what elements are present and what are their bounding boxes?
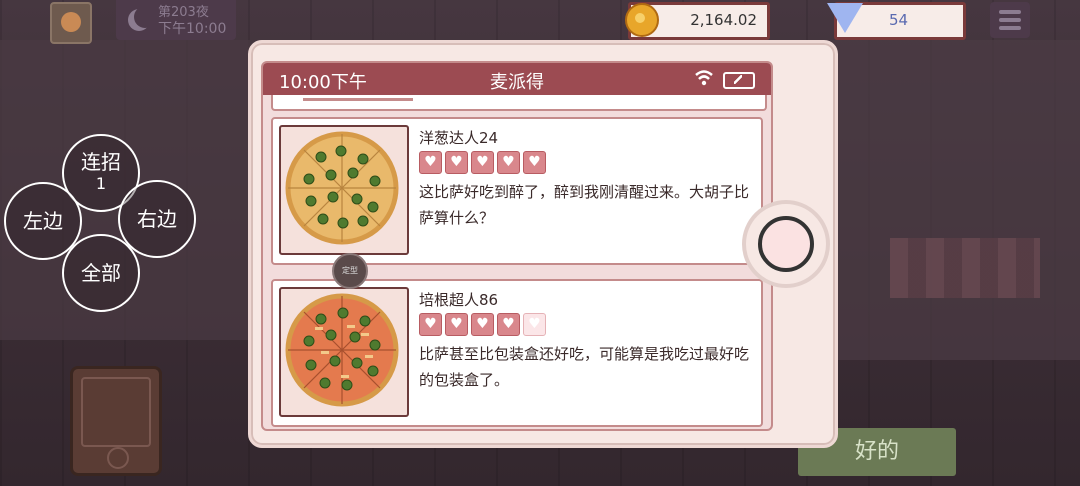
- night-indicator: 第203夜 下午10:00: [116, 0, 236, 40]
- player-avatar[interactable]: [50, 2, 92, 44]
- battery-icon: [723, 72, 755, 89]
- pizza-image: [279, 125, 409, 255]
- combo-all-button[interactable]: 全部: [62, 234, 140, 312]
- review-card-previous: [271, 95, 767, 111]
- gems-value: 54: [889, 11, 909, 29]
- heart-icon: ♥: [471, 151, 494, 174]
- hamburger-icon: [999, 10, 1021, 14]
- combo-right-label: 右边: [137, 207, 177, 231]
- tablet-device-icon[interactable]: [70, 366, 162, 476]
- heart-rating: ♥ ♥ ♥ ♥ ♥: [419, 151, 546, 174]
- phone-screen: 10:00下午 麦派得 洋葱达人24 ♥ ♥ ♥ ♥ ♥ 这比萨好吃到醉了，醉到…: [261, 61, 773, 431]
- hamburger-line: [999, 18, 1021, 22]
- pizza-image: [279, 287, 409, 417]
- background-awning: [890, 238, 1040, 298]
- background-building-right: [830, 40, 1080, 360]
- hamburger-line: [999, 26, 1021, 30]
- night-time: 下午10:00: [158, 21, 227, 37]
- menu-button[interactable]: [990, 2, 1030, 38]
- heart-icon: ♥: [497, 313, 520, 336]
- pizza-illustration: [285, 293, 399, 407]
- reviewer-name: 培根超人86: [419, 291, 499, 309]
- review-card[interactable]: 培根超人86 ♥ ♥ ♥ ♥ ♥ 比萨甚至比包装盒还好吃，可能算是我吃过最好吃的…: [271, 279, 763, 427]
- heart-icon: ♥: [419, 313, 442, 336]
- diamond-icon: [827, 3, 863, 33]
- coins-counter[interactable]: 2,164.02: [625, 2, 770, 40]
- reviewer-name: 洋葱达人24: [419, 129, 499, 147]
- phone-home-button[interactable]: [742, 200, 830, 288]
- combo-count: 1: [95, 174, 107, 193]
- heart-rating: ♥ ♥ ♥ ♥ ♥: [419, 313, 546, 336]
- moon-icon: [134, 6, 156, 28]
- heart-icon: ♥: [497, 151, 520, 174]
- phone-status-bar: 10:00下午 麦派得: [263, 63, 771, 95]
- pin-badge[interactable]: 定型: [332, 253, 368, 289]
- combo-all-label: 全部: [81, 261, 121, 285]
- avatar-face: [61, 12, 81, 32]
- combo-label: 连招: [81, 150, 121, 174]
- coin-icon: [625, 3, 659, 37]
- wifi-icon: [695, 70, 713, 86]
- heart-icon: ♥: [523, 151, 546, 174]
- pizza-illustration: [285, 131, 399, 245]
- coins-value: 2,164.02: [690, 11, 757, 29]
- gems-counter[interactable]: 54: [827, 2, 966, 40]
- heart-icon: ♥: [445, 313, 468, 336]
- heart-icon: ♥: [419, 151, 442, 174]
- heart-icon: ♥: [445, 151, 468, 174]
- heart-empty-icon: ♥: [523, 313, 546, 336]
- review-comment: 比萨甚至比包装盒还好吃，可能算是我吃过最好吃的包装盒了。: [419, 345, 750, 389]
- review-card[interactable]: 洋葱达人24 ♥ ♥ ♥ ♥ ♥ 这比萨好吃到醉了，醉到我刚清醒过来。大胡子比萨…: [271, 117, 763, 265]
- combo-left-label: 左边: [23, 209, 63, 233]
- review-comment: 这比萨好吃到醉了，醉到我刚清醒过来。大胡子比萨算什么？: [419, 183, 750, 227]
- heart-icon: ♥: [471, 313, 494, 336]
